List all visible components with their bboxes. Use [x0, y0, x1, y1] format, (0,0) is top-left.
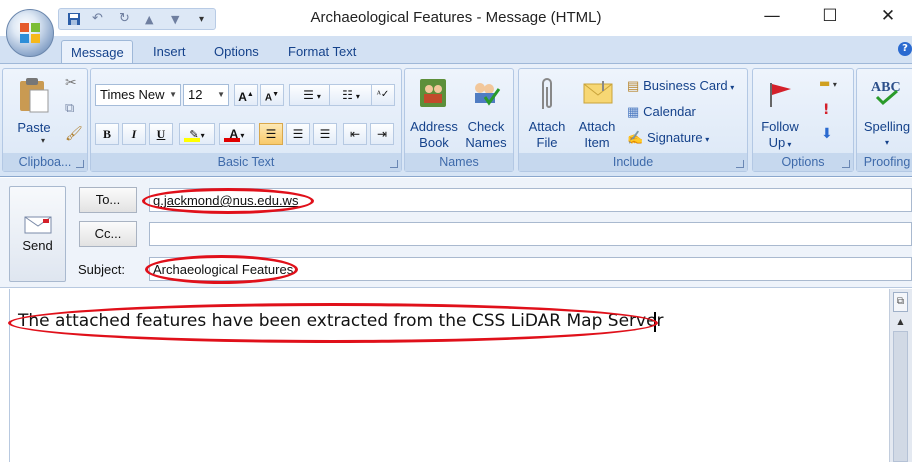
paste-button[interactable]: Paste	[9, 120, 59, 136]
proofing-group: ABC Spelling ▾ Proofing	[856, 68, 912, 172]
increase-indent-button[interactable]: ⇥	[370, 123, 394, 145]
office-button[interactable]	[6, 9, 54, 57]
align-left-button[interactable]: ☰	[259, 123, 283, 145]
format-painter-icon[interactable]: 🖌	[65, 126, 83, 142]
clipboard-launcher-icon[interactable]	[76, 160, 84, 168]
styles-icon[interactable]: ᴬ✓	[371, 84, 395, 106]
names-group-label: Names	[405, 153, 513, 171]
address-book-button[interactable]: Address Book	[407, 119, 461, 151]
bullets-icon: ☰	[303, 88, 314, 102]
cut-icon[interactable]: ✂	[65, 75, 77, 91]
paperclip-icon	[542, 78, 552, 109]
tab-format-text[interactable]: Format Text	[279, 40, 365, 64]
options-group-label: Options	[753, 153, 853, 171]
include-group-label: Include	[519, 153, 747, 171]
grow-font-button[interactable]: A▲	[234, 84, 258, 106]
paste-icon	[20, 78, 49, 113]
clipboard-group-label: Clipboa...	[3, 153, 87, 171]
basic-text-launcher-icon[interactable]	[390, 160, 398, 168]
names-group: Address Book Check Names Names	[404, 68, 514, 172]
check-names-icon	[475, 83, 501, 106]
categorize-icon[interactable]: ▬ ▾	[819, 76, 837, 90]
attach-item-icon	[583, 81, 613, 104]
ribbon: Paste ▾ ✂ ⧉ 🖌 Clipboa... Times New ▼ 12 ▼ …	[0, 63, 912, 177]
body-annotation-ellipse	[8, 303, 658, 343]
shrink-font-button[interactable]: A▼	[260, 84, 284, 106]
numbering-icon: ☷	[342, 88, 353, 102]
ruler-toggle-icon[interactable]: ⧉	[893, 292, 908, 312]
basic-text-group-label: Basic Text	[91, 153, 401, 171]
proofing-group-label: Proofing	[857, 153, 912, 171]
address-book-icon	[420, 79, 446, 107]
align-center-button[interactable]: ☰	[286, 123, 310, 145]
clipboard-group: Paste ▾ ✂ ⧉ 🖌 Clipboa...	[2, 68, 88, 172]
increase-indent-icon: ⇥	[376, 127, 388, 141]
copy-icon[interactable]: ⧉	[65, 101, 74, 116]
follow-up-button[interactable]: Follow Up ▾	[755, 119, 805, 153]
scrollbar-thumb[interactable]	[893, 331, 908, 462]
decrease-indent-button[interactable]: ⇤	[343, 123, 367, 145]
cc-button[interactable]: Cc...	[79, 221, 137, 247]
bold-button[interactable]: B	[95, 123, 119, 145]
calendar-button[interactable]: ▦ Calendar	[627, 104, 696, 120]
basic-text-group: Times New ▼ 12 ▼ A▲ A▼ ☰ ▾ ☷ ▾ ᴬ✓ B I U ✎ …	[90, 68, 402, 172]
minimize-button[interactable]: —	[752, 3, 792, 29]
attach-file-button[interactable]: Attach File	[522, 119, 572, 151]
italic-button[interactable]: I	[122, 123, 146, 145]
tab-message[interactable]: Message	[61, 40, 133, 64]
office-logo-icon	[20, 23, 29, 32]
tab-options[interactable]: Options	[205, 40, 268, 64]
options-launcher-icon[interactable]	[842, 160, 850, 168]
follow-up-flag-icon	[770, 83, 791, 107]
business-card-icon: ▤	[627, 78, 640, 93]
decrease-indent-icon: ⇤	[349, 127, 361, 141]
numbering-button[interactable]: ☷ ▾	[329, 84, 373, 106]
align-right-button[interactable]: ☰	[313, 123, 337, 145]
send-button[interactable]: Send	[9, 186, 66, 282]
options-group: Follow Up ▾ ▬ ▾ ! ⬇ Options	[752, 68, 854, 172]
low-importance-icon[interactable]: ⬇	[821, 126, 833, 142]
align-left-icon: ☰	[265, 127, 277, 141]
high-importance-icon[interactable]: !	[823, 102, 829, 118]
calendar-icon: ▦	[627, 104, 640, 119]
cc-field[interactable]	[149, 222, 912, 246]
include-launcher-icon[interactable]	[736, 160, 744, 168]
align-center-icon: ☰	[292, 127, 304, 141]
scroll-up-icon[interactable]: ▲	[893, 317, 908, 327]
paste-dropdown-icon[interactable]: ▾	[41, 136, 45, 145]
business-card-button[interactable]: ▤ Business Card ▾	[627, 78, 734, 94]
spelling-button[interactable]: Spelling ▾	[861, 119, 912, 151]
close-button[interactable]: ✕	[868, 3, 908, 29]
ribbon-tab-bar: Message Insert Options Format Text	[0, 36, 912, 64]
font-color-button[interactable]: A ▾	[219, 123, 255, 145]
to-annotation-ellipse	[142, 188, 314, 214]
include-group: Attach File Attach Item ▤ Business Card ▾ …	[518, 68, 748, 172]
spelling-icon: ABC	[871, 80, 901, 106]
subject-label: Subject:	[78, 262, 125, 277]
tab-insert[interactable]: Insert	[144, 40, 195, 64]
send-envelope-icon	[24, 216, 52, 234]
font-name-combo[interactable]: Times New ▼	[95, 84, 181, 106]
maximize-button[interactable]: ☐	[810, 3, 850, 29]
to-button[interactable]: To...	[79, 187, 137, 213]
vertical-scrollbar[interactable]: ⧉ ▲	[889, 289, 912, 462]
highlight-button[interactable]: ✎ ▾	[179, 123, 215, 145]
align-right-icon: ☰	[319, 127, 331, 141]
signature-button[interactable]: ✍ Signature ▾	[627, 130, 709, 146]
check-names-button[interactable]: Check Names	[460, 119, 512, 151]
help-icon[interactable]: ?	[898, 42, 912, 56]
attach-item-button[interactable]: Attach Item	[572, 119, 622, 151]
font-size-combo[interactable]: 12 ▼	[183, 84, 229, 106]
subject-annotation-ellipse	[145, 255, 298, 284]
signature-icon: ✍	[627, 130, 644, 145]
underline-button[interactable]: U	[149, 123, 173, 145]
